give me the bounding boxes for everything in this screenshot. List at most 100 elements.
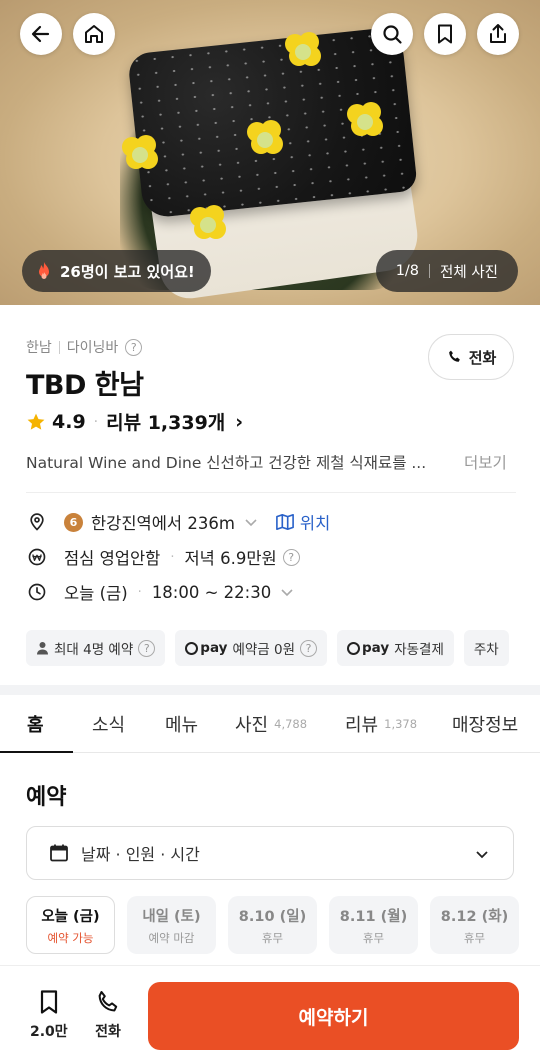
all-photos-button[interactable]: 1/8 전체 사진 bbox=[375, 250, 518, 292]
phone-icon bbox=[98, 991, 118, 1012]
map-icon bbox=[275, 513, 294, 531]
hero-photo[interactable]: 26명이 보고 있어요! 1/8 전체 사진 bbox=[0, 0, 540, 305]
date-status: 예약 마감 bbox=[148, 930, 195, 945]
map-label: 위치 bbox=[299, 514, 331, 533]
phone-icon bbox=[448, 350, 460, 362]
tab-reviews[interactable]: 리뷰 1,378 bbox=[345, 695, 417, 753]
chip-parking[interactable]: 주차 bbox=[463, 630, 509, 666]
reservation-picker[interactable]: 날짜 · 인원 · 시간 bbox=[26, 826, 514, 880]
tab-photos-count: 4,788 bbox=[274, 717, 308, 731]
location-row: 6 한강진역에서 236m 위치 bbox=[26, 510, 330, 534]
tab-reviews-count: 1,378 bbox=[384, 717, 418, 731]
fire-icon bbox=[39, 262, 49, 279]
store-name: TBD 한남 bbox=[26, 370, 144, 401]
dinner-price: 저녁 6.9만원 bbox=[184, 549, 277, 568]
search-icon bbox=[383, 25, 402, 44]
chevron-right-icon: › bbox=[235, 410, 244, 433]
date-status: 예약 가능 bbox=[47, 930, 94, 945]
date-option[interactable]: 내일 (토) 예약 마감 bbox=[127, 896, 216, 954]
chip-autopay[interactable]: pay 자동결제 bbox=[337, 630, 454, 666]
chip-max-people-label: 최대 4명 예약 bbox=[54, 642, 134, 658]
home-icon bbox=[85, 25, 103, 43]
date-label: 내일 (토) bbox=[142, 908, 201, 925]
date-option[interactable]: 8.11 (월) 휴무 bbox=[329, 896, 418, 954]
date-label: 오늘 (금) bbox=[41, 908, 100, 925]
call-button[interactable]: 전화 bbox=[428, 334, 514, 380]
photo-index: 1/8 bbox=[395, 263, 420, 279]
chevron-down-icon[interactable] bbox=[279, 584, 295, 600]
call-button-bottom[interactable]: 전화 bbox=[94, 988, 122, 1041]
help-icon[interactable]: ? bbox=[300, 639, 318, 657]
divider bbox=[429, 264, 431, 278]
calendar-icon bbox=[50, 844, 68, 862]
chevron-down-icon bbox=[476, 851, 488, 859]
search-button[interactable] bbox=[371, 13, 413, 55]
chip-parking-label: 주차 bbox=[473, 642, 499, 658]
date-option[interactable]: 8.12 (화) 휴무 bbox=[430, 896, 519, 954]
tab-bar: 홈 소식 메뉴 사진 4,788 리뷰 1,378 매장정보 bbox=[0, 695, 540, 753]
rating-row[interactable]: 4.9 · 리뷰 1,339개 › bbox=[26, 408, 243, 435]
help-icon[interactable]: ? bbox=[138, 639, 156, 657]
bookmark-icon bbox=[438, 24, 452, 44]
date-selector: 오늘 (금) 예약 가능 내일 (토) 예약 마감 8.10 (일) 휴무 8.… bbox=[26, 896, 519, 954]
divider bbox=[26, 492, 516, 493]
map-link[interactable]: 위치 bbox=[275, 510, 330, 534]
category-type[interactable]: 다이닝바 bbox=[67, 337, 119, 357]
back-icon bbox=[31, 25, 50, 43]
chip-deposit[interactable]: pay 예약금 0원 ? bbox=[175, 630, 328, 666]
live-viewers-text: 26명이 보고 있어요! bbox=[60, 262, 195, 281]
help-icon[interactable]: ? bbox=[125, 338, 143, 356]
date-label: 8.11 (월) bbox=[339, 908, 408, 925]
home-button[interactable] bbox=[73, 13, 115, 55]
won-icon bbox=[26, 546, 48, 568]
reserve-button[interactable]: 예약하기 bbox=[148, 982, 519, 1050]
subway-line-badge: 6 bbox=[64, 512, 83, 532]
flower-garnish bbox=[245, 118, 285, 158]
flower-garnish bbox=[120, 133, 160, 173]
category-breadcrumb: 한남 다이닝바 ? bbox=[26, 337, 143, 357]
help-icon[interactable]: ? bbox=[282, 548, 300, 566]
date-label: 8.12 (화) bbox=[440, 908, 509, 925]
live-viewers-badge: 26명이 보고 있어요! bbox=[22, 250, 211, 292]
review-count: 리뷰 1,339개 bbox=[106, 412, 226, 434]
flower-garnish bbox=[188, 203, 228, 243]
flower-garnish bbox=[345, 100, 385, 140]
feature-chips: 최대 4명 예약 ? pay 예약금 0원 ? pay 자동결제 주차 bbox=[26, 630, 509, 666]
price-row: 점심 영업안함 · 저녁 6.9만원 ? bbox=[26, 545, 300, 569]
hours-time: 18:00 ~ 22:30 bbox=[151, 582, 272, 602]
date-status: 휴무 bbox=[463, 930, 486, 945]
tab-home[interactable]: 홈 bbox=[27, 695, 44, 753]
tab-store-info[interactable]: 매장정보 bbox=[452, 695, 518, 753]
lunch-price: 점심 영업안함 bbox=[64, 549, 161, 568]
date-status: 휴무 bbox=[362, 930, 385, 945]
section-divider bbox=[0, 685, 540, 695]
share-button[interactable] bbox=[477, 13, 519, 55]
chip-max-people[interactable]: 최대 4명 예약 ? bbox=[26, 630, 166, 666]
description-text: Natural Wine and Dine 신선하고 건강한 제철 식재료를 .… bbox=[26, 454, 427, 472]
date-option[interactable]: 8.10 (일) 휴무 bbox=[228, 896, 317, 954]
description-row: Natural Wine and Dine 신선하고 건강한 제철 식재료를 .… bbox=[26, 451, 516, 473]
location-text: 한강진역에서 236m bbox=[91, 514, 235, 533]
reservation-title: 예약 bbox=[26, 785, 67, 810]
active-tab-indicator bbox=[0, 751, 73, 753]
dot-separator: · bbox=[137, 584, 142, 600]
dot-separator: · bbox=[170, 549, 175, 565]
tab-news[interactable]: 소식 bbox=[92, 695, 125, 753]
call-label: 전화 bbox=[468, 348, 497, 367]
tab-photos[interactable]: 사진 4,788 bbox=[235, 695, 307, 753]
back-button[interactable] bbox=[20, 13, 62, 55]
bookmark-button[interactable] bbox=[424, 13, 466, 55]
hours-row[interactable]: 오늘 (금) · 18:00 ~ 22:30 bbox=[26, 580, 295, 604]
chevron-down-icon[interactable] bbox=[243, 514, 259, 530]
rating-value: 4.9 bbox=[52, 410, 86, 433]
save-button[interactable]: 2.0만 bbox=[30, 988, 68, 1041]
tab-menu[interactable]: 메뉴 bbox=[165, 695, 198, 753]
hours-day: 오늘 (금) bbox=[64, 584, 128, 603]
date-option[interactable]: 오늘 (금) 예약 가능 bbox=[26, 896, 115, 954]
bookmark-icon bbox=[40, 990, 57, 1014]
dot-separator: · bbox=[93, 413, 99, 430]
category-area[interactable]: 한남 bbox=[26, 337, 52, 357]
flower-garnish bbox=[283, 30, 323, 70]
location-pin-icon bbox=[26, 511, 48, 533]
more-link[interactable]: 더보기 bbox=[464, 451, 507, 473]
